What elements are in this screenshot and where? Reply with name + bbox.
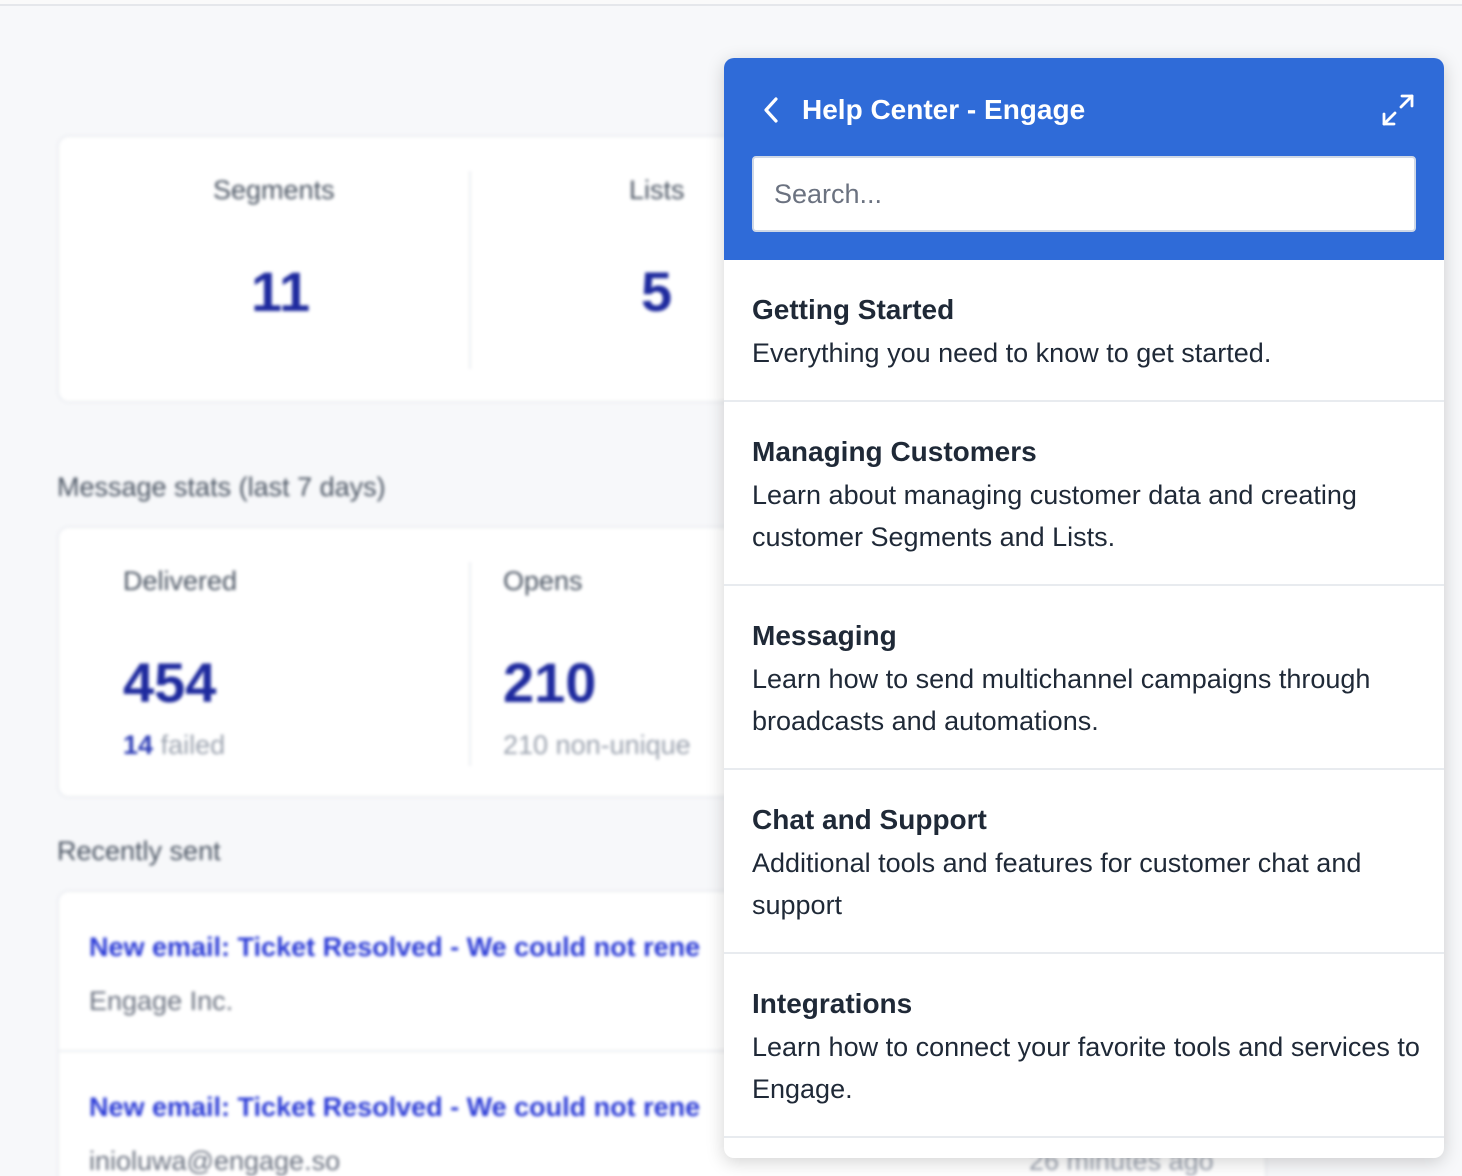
help-center-panel: Help Center - Engage Getting Started Eve… (724, 58, 1444, 1158)
back-button[interactable] (756, 92, 786, 128)
recent-message-title[interactable]: New email: Ticket Resolved - We could no… (89, 932, 700, 963)
recent-message-sender: inioluwa@engage.so (89, 1146, 341, 1176)
topic-description: Learn about managing customer data and c… (752, 480, 1357, 552)
segments-count[interactable]: 11 (251, 259, 310, 324)
delivered-count: 454 (123, 651, 217, 714)
delivered-label: Delivered (123, 566, 238, 596)
lists-label: Lists (629, 175, 685, 205)
help-topic-messaging[interactable]: Messaging Learn how to send multichannel… (724, 586, 1444, 770)
topic-title: Managing Customers (752, 436, 1037, 467)
topic-title: Integrations (752, 988, 913, 1019)
recent-message-title[interactable]: New email: Ticket Resolved - We could no… (89, 1092, 700, 1123)
help-topic-getting-started[interactable]: Getting Started Everything you need to k… (724, 260, 1444, 402)
failed-count: 14 failed (123, 730, 226, 760)
help-topic-managing-customers[interactable]: Managing Customers Learn about managing … (724, 402, 1444, 586)
help-topic-integrations[interactable]: Integrations Learn how to connect your f… (724, 954, 1444, 1138)
expand-icon (1382, 94, 1414, 126)
message-stats-card: Delivered 454 14 failed Opens 210 210 no… (57, 526, 817, 798)
recently-sent-title: Recently sent (57, 836, 221, 866)
stats-card: Segments 11 Lists 5 (57, 135, 817, 403)
lists-count[interactable]: 5 (641, 259, 672, 324)
recent-message-sender: Engage Inc. (89, 986, 234, 1016)
topic-description: Learn how to send multichannel campaigns… (752, 664, 1371, 736)
segments-label: Segments (213, 175, 335, 205)
help-topic-chat-and-support[interactable]: Chat and Support Additional tools and fe… (724, 770, 1444, 954)
chevron-left-icon (764, 97, 778, 123)
message-stats-title: Message stats (last 7 days) (57, 472, 386, 502)
expand-button[interactable] (1380, 92, 1416, 128)
message-stats-divider (469, 562, 471, 766)
help-center-title: Help Center - Engage (802, 94, 1086, 125)
opens-count: 210 (503, 651, 597, 714)
topic-description: Additional tools and features for custom… (752, 848, 1362, 920)
topic-description: Learn how to connect your favorite tools… (752, 1032, 1420, 1104)
opens-label: Opens (503, 566, 583, 596)
topic-description: Everything you need to know to get start… (752, 338, 1272, 368)
help-search-input[interactable] (752, 156, 1416, 232)
topic-title: Chat and Support (752, 804, 987, 835)
topic-title: Messaging (752, 620, 897, 651)
help-center-header: Help Center - Engage (724, 58, 1444, 260)
opens-non-unique: 210 non-unique (503, 730, 691, 760)
stats-divider (469, 171, 471, 369)
topic-title: Getting Started (752, 294, 955, 325)
